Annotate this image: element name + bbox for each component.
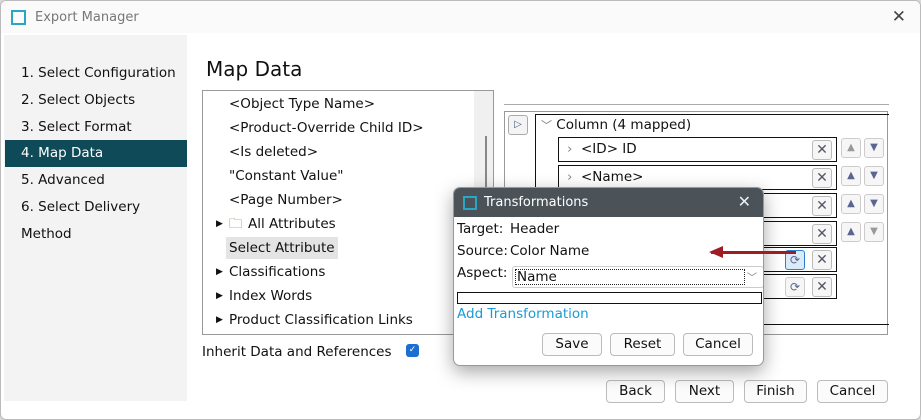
target-label: Target: [457,221,504,237]
move-up-icon[interactable]: ▲ [841,222,861,242]
save-button[interactable]: Save [542,333,602,356]
remove-icon[interactable]: ✕ [812,250,832,270]
tree-item[interactable]: <Object Type Name> [229,93,375,115]
tree-item[interactable]: <Is deleted> [229,141,318,163]
add-transformation-link[interactable]: Add Transformation [457,306,589,322]
tree-item[interactable]: <Page Number> [229,189,343,211]
transformation-list [457,292,762,304]
source-tree: <Object Type Name> <Product-Override Chi… [202,90,494,335]
mapping-row-label: <ID> ID [581,141,637,157]
expand-triangle-icon[interactable]: ▶ [216,213,223,235]
mapping-row-label: <Name> [581,169,644,185]
remove-icon[interactable]: ✕ [812,224,832,244]
close-icon[interactable]: ✕ [892,7,906,27]
aspect-value: Name [515,269,745,285]
step-select-format[interactable]: 3. Select Format [5,114,187,141]
step-select-objects[interactable]: 2. Select Objects [5,87,187,114]
tree-item[interactable]: Index Words [229,285,312,307]
chevron-right-icon: › [567,169,573,185]
transform-icon[interactable]: ⟳ [785,277,805,297]
mapping-row[interactable]: › <ID> ID [558,137,837,162]
app-icon [11,9,26,25]
step-advanced[interactable]: 5. Advanced [5,167,187,194]
wizard-steps: 1. Select Configuration 2. Select Object… [4,35,187,401]
tree-item[interactable]: "Constant Value" [229,165,343,187]
chevron-right-icon: › [567,141,573,157]
chevron-down-icon: ﹀ [541,119,552,132]
tree-item-selected[interactable]: Select Attribute [226,237,338,259]
dialog-title-bar: Transformations ✕ [454,188,763,217]
title-bar: Export Manager ✕ [1,1,920,33]
dialog-cancel-button[interactable]: Cancel [683,333,753,356]
step-select-configuration[interactable]: 1. Select Configuration [5,60,187,87]
remove-icon[interactable]: ✕ [812,196,832,216]
divider [504,104,889,105]
column-header-label: Column (4 mapped) [556,117,692,133]
dialog-title: Transformations [484,195,589,210]
expand-triangle-icon[interactable]: ▶ [216,309,223,331]
move-down-icon[interactable]: ▼ [864,222,884,242]
expand-triangle-icon[interactable]: ▶ [216,261,223,283]
close-icon[interactable]: ✕ [738,192,751,211]
inherit-label: Inherit Data and References [202,344,392,360]
folder-icon: 🗀 [229,216,243,232]
move-down-icon[interactable]: ▼ [864,194,884,214]
cancel-button[interactable]: Cancel [817,380,888,403]
export-manager-window: Export Manager ✕ 1. Select Configuration… [0,0,921,420]
move-down-icon[interactable]: ▼ [864,166,884,186]
step-map-data[interactable]: 4. Map Data [5,140,187,167]
finish-button[interactable]: Finish [744,380,807,403]
expand-triangle-icon[interactable]: ▶ [216,285,223,307]
page-title: Map Data [206,57,303,81]
tree-item[interactable]: Classifications [229,261,325,283]
window-title: Export Manager [35,9,139,25]
move-down-icon[interactable]: ▼ [864,138,884,158]
remove-icon[interactable]: ✕ [812,168,832,188]
tree-item[interactable]: <Product-Override Child ID> [229,117,424,139]
move-up-icon[interactable]: ▲ [841,166,861,186]
inherit-checkbox[interactable]: ✓ [406,344,419,357]
source-value: Color Name [510,243,590,259]
source-label: Source: [457,243,508,259]
back-button[interactable]: Back [606,380,665,403]
aspect-label: Aspect: [457,265,508,281]
remove-icon[interactable]: ✕ [812,277,832,297]
aspect-select[interactable]: Name ﹀ [512,266,763,288]
annotation-arrowhead [709,246,723,258]
tree-item[interactable]: Product Classification Links [229,309,413,331]
annotation-arrow [711,251,796,254]
remove-icon[interactable]: ✕ [812,140,832,160]
move-up-icon[interactable]: ▲ [841,138,861,158]
transformations-dialog: Transformations ✕ Target: Header Source:… [453,187,764,366]
column-header[interactable]: ﹀ Column (4 mapped) [541,117,691,133]
chevron-down-icon: ﹀ [747,273,757,284]
reset-button[interactable]: Reset [610,333,675,356]
tree-item[interactable]: All Attributes [248,213,336,235]
app-icon [463,195,477,210]
next-button[interactable]: Next [675,380,734,403]
step-select-delivery-method[interactable]: 6. Select Delivery Method [5,194,187,242]
target-value: Header [510,221,560,237]
move-up-icon[interactable]: ▲ [841,194,861,214]
expand-panel-button[interactable]: ▷ [508,115,528,135]
